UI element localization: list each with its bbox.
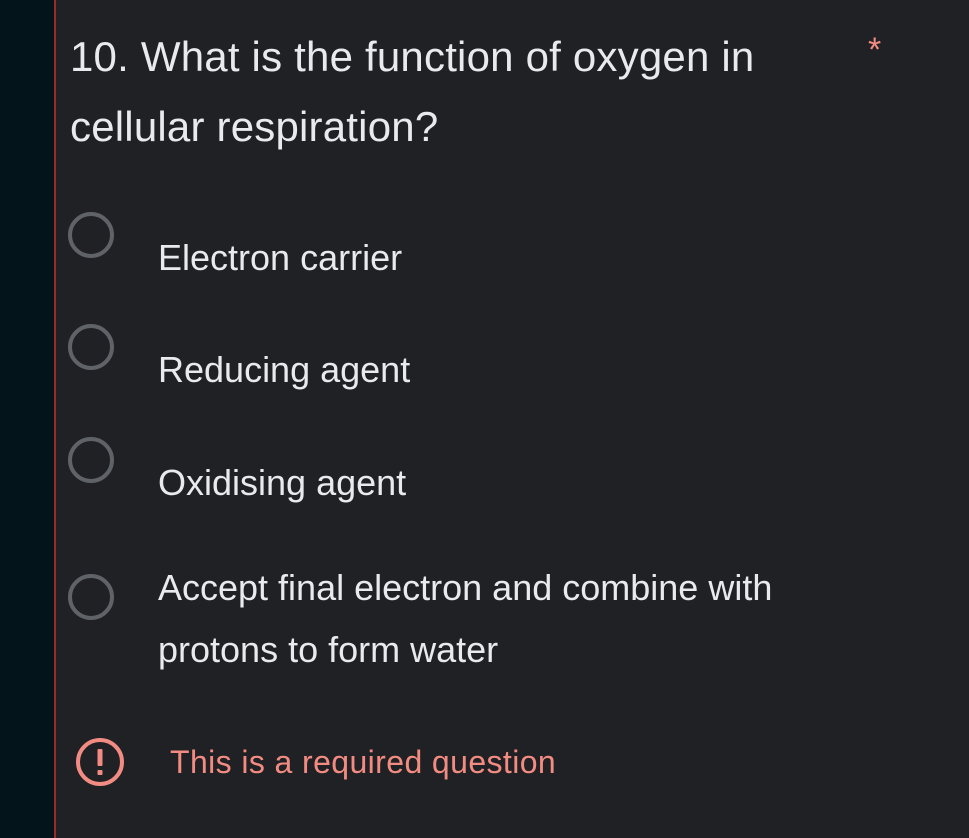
- error-exclamation-icon: [76, 738, 124, 786]
- radio-button[interactable]: [68, 574, 114, 620]
- page-left-margin: [0, 0, 54, 838]
- option-label: Reducing agent: [158, 349, 411, 390]
- radio-button[interactable]: [68, 324, 114, 370]
- option-label: Accept final electron and combine with p…: [158, 567, 773, 670]
- option-label: Electron carrier: [158, 237, 403, 278]
- question-title: 10. What is the function of oxygen in ce…: [70, 33, 755, 150]
- radio-button[interactable]: [68, 212, 114, 258]
- option-label: Oxidising agent: [158, 462, 407, 503]
- required-asterisk: *: [868, 31, 882, 69]
- radio-button[interactable]: [68, 437, 114, 483]
- error-text: This is a required question: [170, 744, 557, 780]
